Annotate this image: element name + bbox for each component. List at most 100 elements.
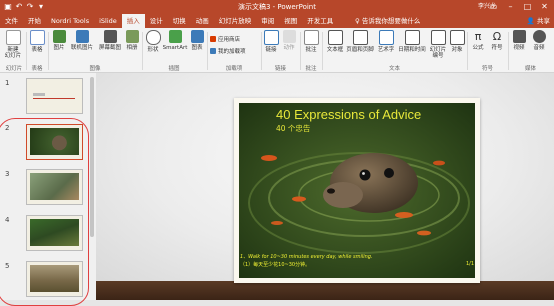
new-slide-icon (5, 30, 21, 45)
slide-body-line-2[interactable]: （1）每天至少花10~30分钟。 (240, 261, 310, 268)
selection-annotation-oval (0, 118, 89, 306)
group-label-links: 链接 (274, 66, 286, 72)
title-bar: ▣ ↶ ↷ ▾ 演示文稿3 - PowerPoint 李兴龙 ▭ – □ ✕ (0, 0, 554, 14)
comment-button[interactable]: 批注 (303, 30, 319, 53)
tell-me-text: 告诉我你想要做什么 (361, 17, 421, 25)
tab-0[interactable]: 文件 (0, 14, 23, 28)
header-footer-button[interactable]: 页眉和页脚 (346, 30, 374, 53)
header-footer-icon (352, 30, 368, 45)
shapes-button[interactable]: 形状 (145, 30, 161, 53)
group-label-illustrations: 插图 (168, 66, 180, 72)
my-addins-button[interactable]: 我的加载项 (210, 48, 246, 56)
online-pictures-label: 联机图片 (70, 45, 93, 51)
datetime-button[interactable]: 日期和时间 (398, 30, 426, 53)
tab-8[interactable]: 幻灯片放映 (214, 14, 257, 28)
slide-number: 1 (5, 79, 10, 87)
slide-page-number: 1/1 (465, 261, 474, 267)
thumbnail-scrollbar[interactable] (89, 73, 95, 300)
slide-title[interactable]: 40 Expressions of Advice (276, 107, 421, 122)
camera-icon (103, 30, 117, 43)
store-button[interactable]: 应用商店 (210, 36, 240, 44)
video-button[interactable]: 视频 (511, 30, 527, 51)
tell-me-search[interactable]: ♀ 告诉我你想要做什么 (355, 14, 420, 28)
textbox-button[interactable]: 文本框 (325, 30, 345, 53)
screenshot-label: 屏幕截图 (98, 45, 121, 51)
wordart-button[interactable]: 艺术字 (375, 30, 397, 53)
ribbon-display-icon[interactable]: ▭ (486, 1, 501, 13)
object-icon (450, 30, 465, 45)
tab-9[interactable]: 审阅 (256, 14, 279, 28)
table-icon (29, 30, 45, 45)
my-addins-label: 我的加载项 (218, 49, 246, 55)
store-icon (210, 36, 216, 42)
thumbnail-title-rule (33, 98, 75, 99)
tab-1[interactable]: 开始 (23, 14, 46, 28)
tab-3[interactable]: iSlide (94, 14, 122, 28)
chart-button[interactable]: 图表 (189, 30, 205, 51)
screenshot-button[interactable]: 屏幕截图 (97, 30, 123, 51)
chart-label: 图表 (191, 45, 203, 51)
table-button[interactable]: 表格 (29, 30, 45, 53)
slide-body-line-1[interactable]: 1、Walk for 10~30 minutes every day, whil… (240, 253, 373, 260)
close-button[interactable]: ✕ (537, 1, 552, 13)
wordart-icon (378, 30, 394, 45)
album-label: 相册 (126, 45, 138, 51)
equation-label: 公式 (472, 45, 484, 51)
slide-number-icon (430, 30, 446, 45)
equation-button[interactable]: π 公式 (470, 30, 486, 51)
shapes-label: 形状 (147, 47, 159, 53)
group-label-addins: 加载项 (225, 66, 243, 72)
slide-number-label: 幻灯片 编号 (429, 47, 447, 59)
tab-7[interactable]: 动画 (191, 14, 214, 28)
symbol-label: 符号 (491, 45, 503, 51)
tab-4[interactable]: 插入 (121, 14, 145, 28)
addins-icon (210, 48, 216, 54)
images-label: 图片 (53, 45, 65, 51)
group-label-symbols: 符号 (481, 66, 493, 72)
comment-icon (303, 30, 319, 45)
tab-11[interactable]: 开发工具 (302, 14, 338, 28)
object-button[interactable]: 对象 (450, 30, 465, 53)
action-label: 动作 (283, 45, 295, 51)
action-button[interactable]: 动作 (281, 30, 297, 51)
audio-label: 音频 (533, 45, 545, 51)
current-slide[interactable]: 40 Expressions of Advice 40 个忠告 1、Walk f… (234, 98, 480, 283)
symbol-button[interactable]: Ω 符号 (489, 30, 505, 51)
shapes-icon (145, 30, 161, 45)
group-label-images: 图像 (89, 66, 101, 72)
audio-button[interactable]: 音频 (531, 30, 547, 51)
object-label: 对象 (451, 47, 463, 53)
images-button[interactable]: 图片 (51, 30, 67, 51)
textbox-label: 文本框 (326, 47, 344, 53)
online-pictures-button[interactable]: 联机图片 (69, 30, 95, 51)
store-label: 应用商店 (218, 37, 241, 43)
smartart-button[interactable]: SmartArt (162, 30, 188, 51)
link-button[interactable]: 链接 (263, 30, 279, 53)
slide-thumbnail[interactable] (26, 78, 83, 114)
action-icon (282, 30, 296, 43)
table-label: 表格 (31, 47, 43, 53)
link-label: 链接 (265, 47, 277, 53)
share-button[interactable]: 👤 共享 (527, 14, 550, 28)
window-title: 演示文稿3 - PowerPoint (238, 3, 316, 11)
slide-number-button[interactable]: 幻灯片 编号 (427, 30, 449, 59)
group-label-media: 媒体 (524, 66, 536, 72)
maximize-button[interactable]: □ (520, 1, 535, 13)
slide-subtitle[interactable]: 40 个忠告 (276, 123, 310, 134)
tab-2[interactable]: Nordri Tools (46, 14, 94, 28)
pi-icon: π (474, 30, 482, 43)
speaker-icon (532, 30, 546, 43)
tab-list: 文件 开始 Nordri Tools iSlide 插入 设计 切换 动画 幻灯片放映 审阅 视图开… (0, 14, 338, 28)
album-button[interactable]: 相册 (124, 30, 140, 51)
scrollbar-thumb[interactable] (90, 77, 94, 237)
comment-label: 批注 (305, 47, 317, 53)
minimize-button[interactable]: – (503, 1, 518, 13)
new-slide-button[interactable]: 新建 幻灯片 (2, 30, 24, 59)
tab-5[interactable]: 设计 (145, 14, 168, 28)
tab-10[interactable]: 视图 (279, 14, 302, 28)
thumbnail-title-placeholder (33, 93, 45, 96)
tab-6[interactable]: 切换 (168, 14, 191, 28)
slide-photo (239, 103, 475, 278)
smartart-icon (168, 30, 182, 43)
ribbon-insert: 新建 幻灯片 表格 图片 联机图片 屏幕截图 相册 形状 SmartArt 图表… (0, 28, 554, 73)
